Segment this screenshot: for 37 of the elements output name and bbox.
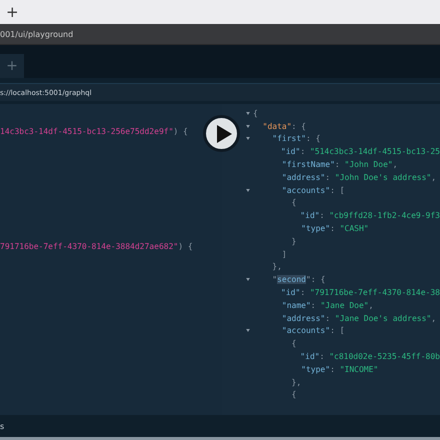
code-line: "second": {: [271, 275, 326, 284]
code-line: "accounts": [: [280, 186, 345, 195]
code-line: "id": "c810d02e-5235-45ff-80b: [299, 352, 440, 362]
code-line: "first": {: [271, 134, 320, 144]
code-line: 14c3bc3-14df-4515-bc13-256e75dd2e9f") {: [0, 126, 188, 136]
code-line: "id": "cb9ffd28-1fb2-4ce9-9f3: [299, 211, 440, 220]
query-variables-tab[interactable]: s: [0, 422, 4, 430]
code-line: "address": "John Doe's address",: [280, 172, 436, 182]
code-line: "firstName": "John Doe",: [280, 160, 398, 170]
code-line: {: [290, 339, 296, 348]
fold-arrow-icon[interactable]: [246, 188, 250, 192]
fold-arrow-icon[interactable]: [246, 124, 250, 128]
fold-arrow-icon[interactable]: [246, 329, 250, 332]
code-line: "accounts": [: [280, 326, 345, 336]
fold-arrow-icon[interactable]: [246, 137, 250, 140]
code-line: {: [290, 198, 296, 208]
code-line: 791716be-7eff-4370-814e-3884d27ae682") {: [0, 242, 193, 251]
code-line: "type": "CASH": [300, 224, 369, 234]
code-line: }: [290, 236, 296, 246]
code-line: "address": "Jane Doe's address",: [280, 314, 436, 323]
code-line: "type": "INCOME": [300, 364, 378, 374]
query-editor[interactable]: 14c3bc3-14df-4515-bc13-256e75dd2e9f") { 791716be-7eff-4370-814e-3884d27ae682") {: [0, 104, 222, 415]
address-text[interactable]: 001/ui/playground: [0, 30, 74, 38]
new-tab-button[interactable]: +: [6, 4, 19, 20]
play-button[interactable]: [203, 115, 240, 152]
code-line: "name": "Jane Doe",: [280, 300, 374, 310]
code-line: "id": "791716be-7eff-4370-814e-38: [280, 288, 440, 298]
code-line: },: [290, 378, 302, 387]
code-line: "id": "514c3bc3-14df-4515-bc13-25: [280, 147, 440, 156]
fold-arrow-icon[interactable]: [246, 278, 250, 282]
code-line: {: [290, 390, 296, 400]
code-line: "data": {: [262, 122, 306, 131]
play-icon: [216, 124, 232, 142]
code-line: ]: [280, 250, 287, 259]
code-line: {: [253, 108, 258, 118]
fold-arrow-icon[interactable]: [246, 112, 250, 115]
code-line: },: [271, 262, 282, 272]
